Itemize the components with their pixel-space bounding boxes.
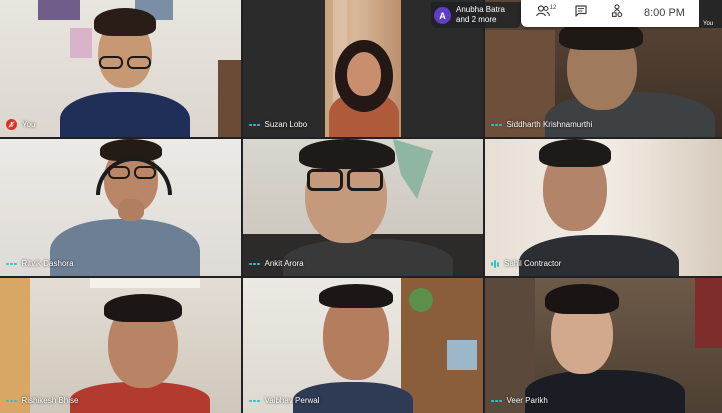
participant-tile-ritvik-dashora[interactable]: Ritvik Dashora — [0, 139, 241, 276]
participant-name: Suzan Lobo — [264, 120, 308, 129]
activities-button[interactable] — [605, 4, 629, 22]
people-count: 12 — [549, 5, 557, 11]
participant-nameplate: Vaibhav Perwal — [249, 396, 320, 406]
presenting-label: Anubha Batra and 2 more — [456, 5, 505, 25]
participant-tile-ankit-arora[interactable]: Ankit Arora — [243, 139, 483, 276]
meeting-toolbar: 12 8:00 PM — [521, 0, 699, 27]
audio-speaking-icon — [491, 260, 499, 268]
participant-name: Siddharth Krishnamurthi — [506, 120, 593, 129]
participant-tile-sahil-contractor[interactable]: Sahil Contractor — [485, 139, 722, 276]
self-view-thumbnail[interactable]: You — [699, 0, 722, 28]
participant-name: Veer Parikh — [506, 396, 548, 405]
participant-nameplate: Ritvik Dashora — [6, 259, 74, 269]
participant-nameplate: You — [6, 119, 36, 130]
people-button[interactable]: 12 — [531, 5, 561, 21]
participant-tile-rishikesh-bhise[interactable]: Rishikesh Bhise — [0, 278, 241, 413]
participant-nameplate: Rishikesh Bhise — [6, 396, 78, 406]
chat-button[interactable] — [569, 5, 593, 21]
audio-idle-icon — [249, 262, 260, 266]
audio-idle-icon — [249, 123, 260, 127]
participant-nameplate: Ankit Arora — [249, 259, 304, 269]
participant-nameplate: Suzan Lobo — [249, 120, 307, 130]
mic-off-icon — [6, 119, 17, 130]
self-view-label: You — [703, 21, 714, 27]
participant-name: Vaibhav Perwal — [264, 396, 320, 405]
audio-idle-icon — [491, 399, 502, 403]
audio-idle-icon — [6, 262, 17, 266]
participant-nameplate: Sahil Contractor — [491, 259, 561, 269]
top-bar: A Anubha Batra and 2 more 12 8:00 PM You — [431, 0, 722, 28]
participant-tile-you[interactable]: You — [0, 0, 241, 137]
presenting-chip[interactable]: A Anubha Batra and 2 more — [431, 2, 521, 28]
participant-nameplate: Veer Parikh — [491, 396, 548, 406]
video-grid: You Suzan Lobo Siddharth Krishnamurthi R… — [0, 0, 722, 413]
audio-idle-icon — [249, 399, 260, 403]
participant-tile-veer-parikh[interactable]: Veer Parikh — [485, 278, 722, 413]
participant-name: Ritvik Dashora — [21, 259, 74, 268]
audio-idle-icon — [6, 399, 17, 403]
participant-name: Sahil Contractor — [504, 259, 562, 268]
clock-time: 8:00 PM — [644, 7, 685, 19]
presenting-more: and 2 more — [456, 15, 497, 24]
participant-name: You — [22, 119, 36, 129]
presenting-name: Anubha Batra — [456, 5, 505, 14]
people-icon — [535, 4, 550, 22]
participant-nameplate: Siddharth Krishnamurthi — [491, 120, 592, 130]
participant-name: Ankit Arora — [264, 259, 304, 268]
avatar: A — [434, 7, 451, 24]
participant-tile-vaibhav-perwal[interactable]: Vaibhav Perwal — [243, 278, 483, 413]
activities-icon — [611, 4, 623, 22]
participant-name: Rishikesh Bhise — [21, 396, 79, 405]
audio-idle-icon — [491, 123, 502, 127]
chat-icon — [575, 4, 587, 22]
